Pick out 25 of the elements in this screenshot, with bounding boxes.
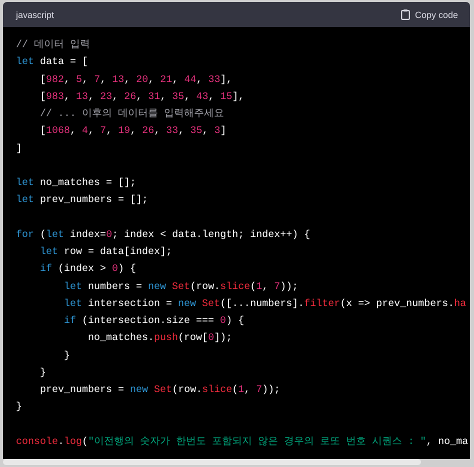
code-line: let row = data[index];: [39, 246, 172, 260]
code-line: console.log("이전행의 숫자가 한번도 포함되지 않은 경우의 로또 번호 시퀀스 : ", no_ma: [16, 436, 468, 450]
code-line: }: [16, 400, 22, 416]
code-line: [983, 13, 23, 26, 31, 35, 43, 15],: [39, 90, 244, 105]
code-line: let no_matches = [];: [16, 176, 136, 191]
code-line: [1068, 4, 7, 19, 26, 33, 35, 3]: [39, 124, 226, 140]
code-line: let data = [: [16, 56, 88, 70]
code-line: if (index > 0) {: [39, 262, 136, 278]
code-line: prev_numbers = new Set(row.slice(1, 7));: [39, 384, 280, 398]
code-line: }: [63, 350, 70, 364]
code-line: no_matches.push(row[0]);: [87, 332, 232, 346]
code-line: let prev_numbers = [];: [16, 194, 148, 208]
code-line: ]: [16, 142, 22, 156]
code-line: let intersection = new Set([...numbers].filter(x => prev_numbers.ha: [63, 298, 466, 312]
code-line: }: [39, 366, 46, 381]
code-line: [982, 5, 7, 13, 20, 21, 44, 33],: [39, 74, 232, 88]
code-line: if (intersection.size === 0) {: [63, 314, 244, 329]
clipboard-icon: [400, 9, 410, 20]
code-line: // 데이터 입력: [16, 38, 90, 53]
scrollbar[interactable]: [3, 459, 421, 465]
code-line: for (let index=0; index < data.length; index++) {: [16, 228, 310, 243]
code-line: let numbers = new Set(row.slice(1, 7));: [63, 280, 298, 294]
code-line: // ... 이후의 데이터를 입력해주세요: [39, 108, 224, 122]
copy-code-button[interactable]: Copy code: [400, 9, 458, 20]
language-label: javascript: [16, 10, 54, 20]
